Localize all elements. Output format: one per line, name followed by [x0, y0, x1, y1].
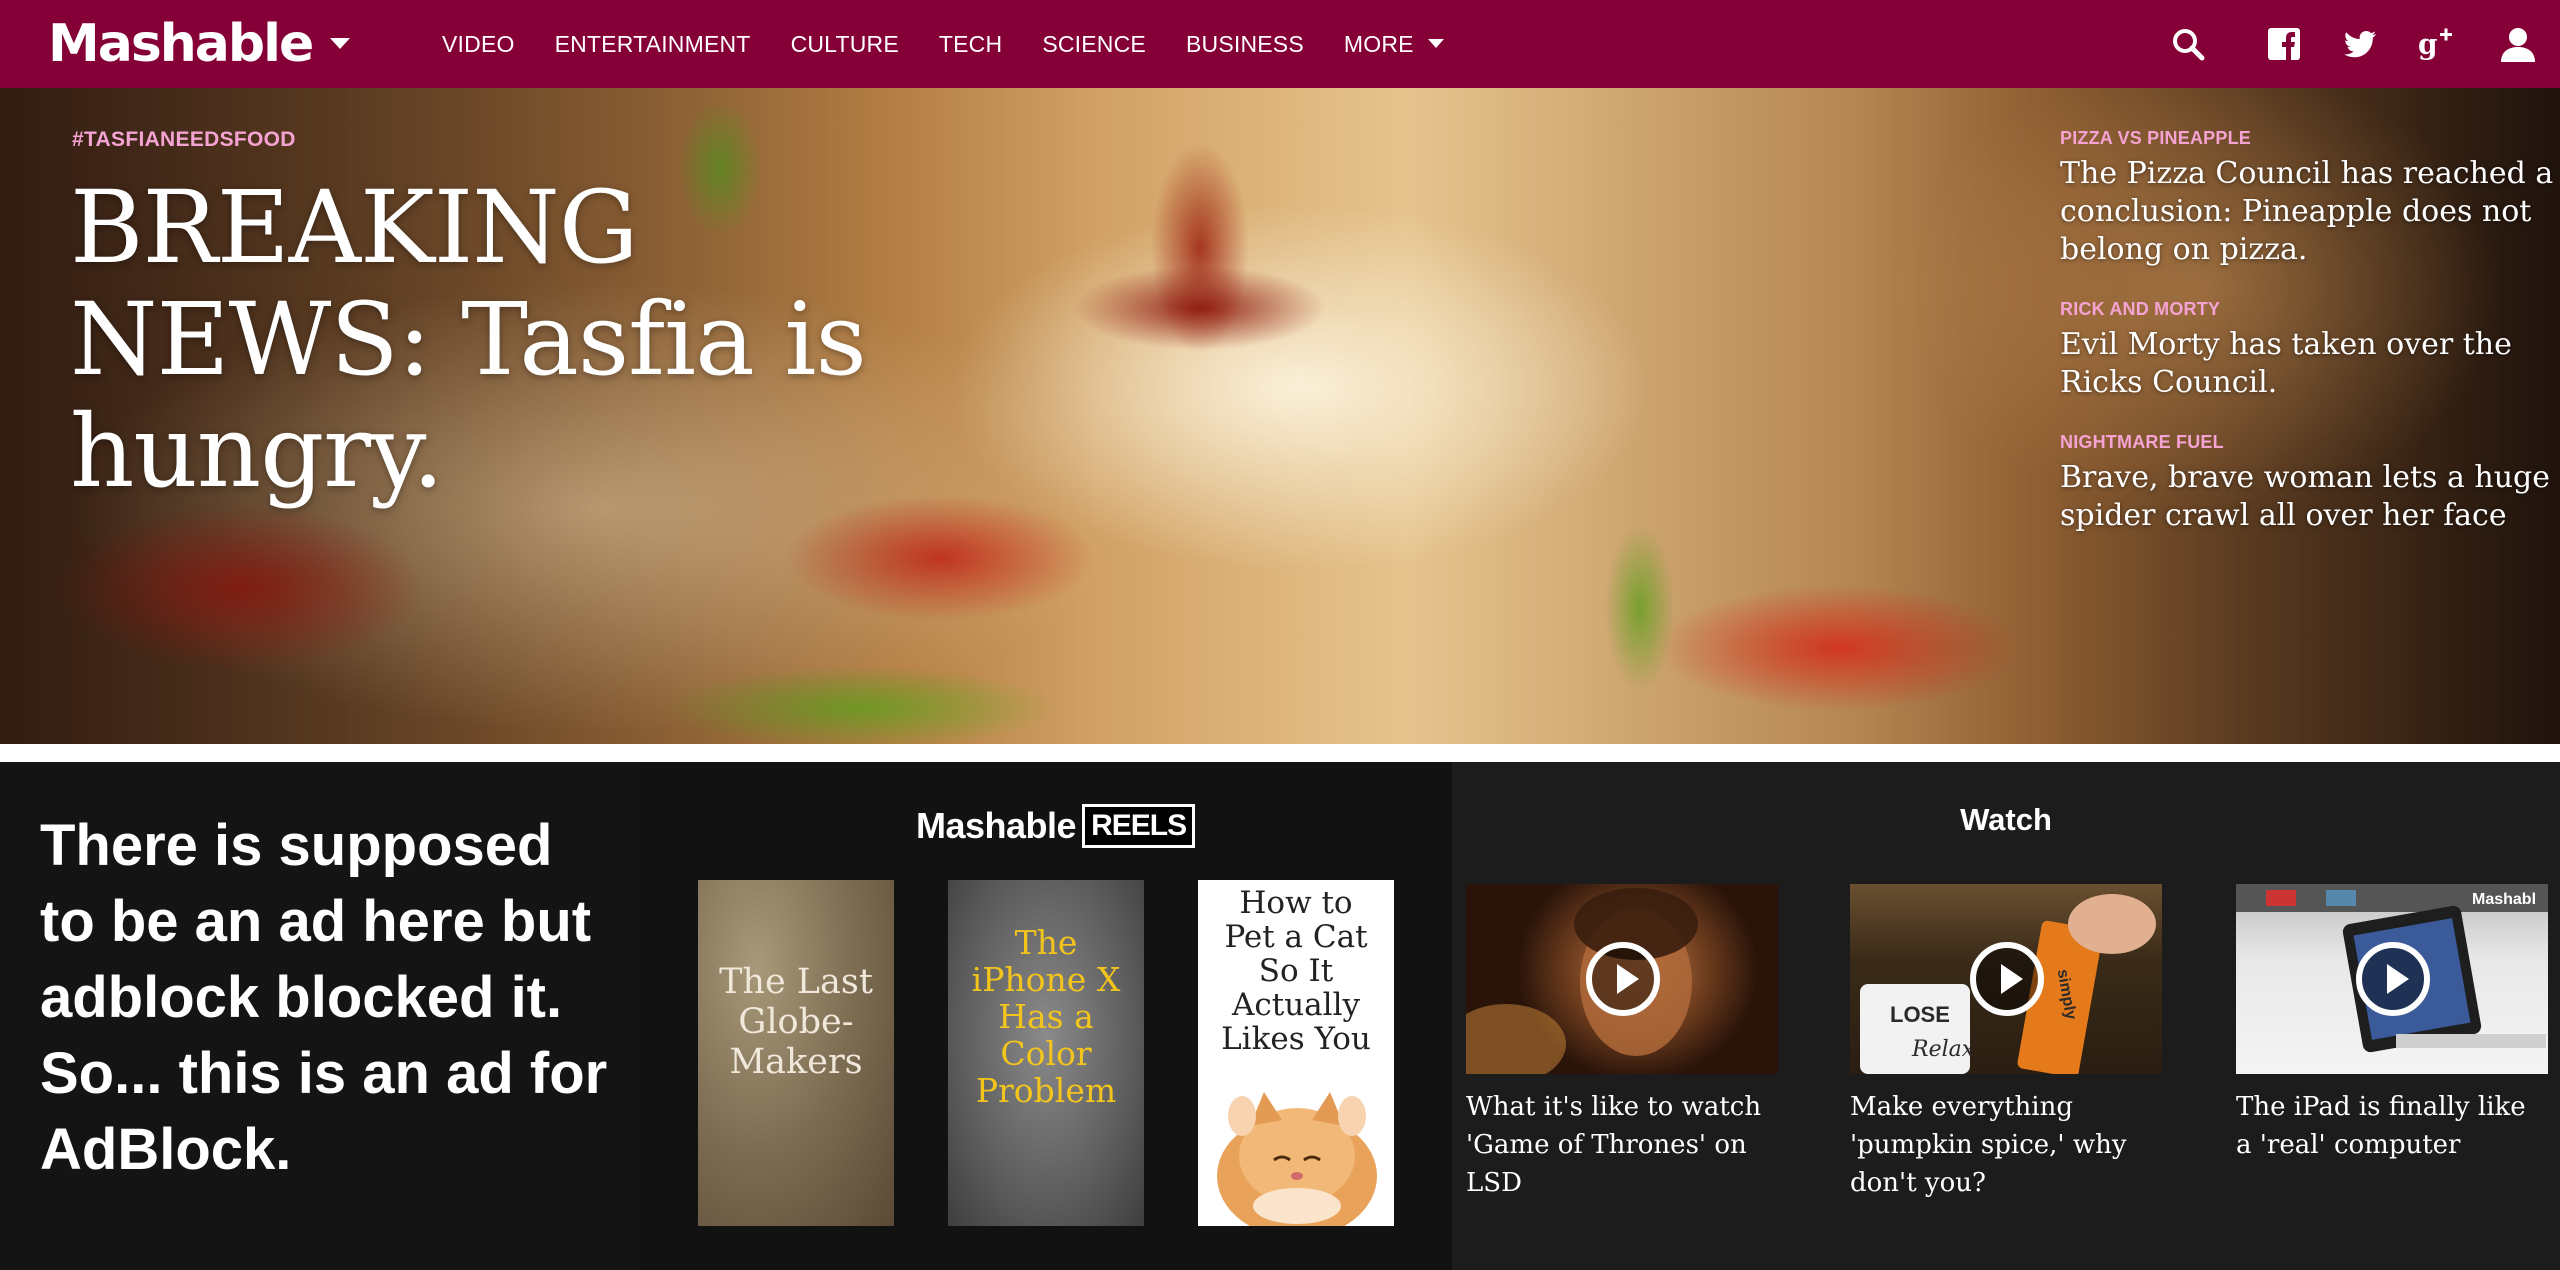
ad-placeholder[interactable]: There is supposed to be an ad here but a… [0, 762, 640, 1270]
video-thumbnail[interactable] [1466, 884, 1778, 1074]
video-thumbnail[interactable]: Mashabl [2236, 884, 2548, 1074]
top-navigation-bar: Mashable VIDEO ENTERTAINMENT CULTURE TEC… [0, 0, 2560, 88]
video-card[interactable]: Mashabl The iPad is finally like a 'real… [2236, 884, 2548, 1164]
nav-links: VIDEO ENTERTAINMENT CULTURE TECH SCIENCE… [442, 0, 1444, 88]
nav-link-more[interactable]: MORE [1344, 0, 1444, 88]
video-title: The iPad is finally like a 'real' comput… [2236, 1092, 2526, 1160]
reels-brand: Mashable [916, 805, 1077, 846]
play-icon[interactable] [1970, 942, 2044, 1016]
side-story-kicker: RICK AND MORTY [2060, 299, 2221, 319]
mug-text: LOSE [1890, 1002, 1950, 1027]
reel-title: The iPhone X Has a Color Problem [971, 923, 1121, 1110]
video-card[interactable]: LOSE Relax simply Make everything 'pumpk… [1850, 884, 2162, 1202]
reel-card[interactable]: How to Pet a Cat So It Actually Likes Yo… [1198, 880, 1394, 1226]
nav-link-business[interactable]: BUSINESS [1186, 0, 1304, 88]
bottom-section: There is supposed to be an ad here but a… [0, 762, 2560, 1270]
nav-link-science[interactable]: SCIENCE [1042, 0, 1146, 88]
user-account-icon[interactable] [2498, 24, 2538, 64]
google-plus-icon[interactable]: g [2416, 24, 2456, 64]
video-card[interactable]: What it's like to watch 'Game of Thrones… [1466, 884, 1778, 1202]
more-caret-icon [1427, 39, 1444, 48]
reel-card[interactable]: The iPhone X Has a Color Problem [948, 880, 1144, 1226]
mashable-logo[interactable]: Mashable [48, 12, 314, 76]
play-icon[interactable] [1586, 942, 1660, 1016]
search-icon[interactable] [2168, 24, 2208, 64]
twitter-icon[interactable] [2340, 24, 2380, 64]
nav-link-video[interactable]: VIDEO [442, 0, 515, 88]
reels-label: REELS [1082, 804, 1196, 848]
side-story[interactable]: RICK AND MORTY Evil Morty has taken over… [2060, 299, 2560, 402]
hero-hashtag[interactable]: #TASFIANEEDSFOOD [72, 128, 296, 152]
nav-link-tech[interactable]: TECH [939, 0, 1002, 88]
ad-placeholder-text: There is supposed to be an ad here but a… [40, 813, 608, 1182]
nav-more-label: MORE [1343, 31, 1414, 57]
reel-title: The Last Globe-Makers [719, 962, 873, 1082]
logo-dropdown-caret-icon[interactable] [330, 38, 350, 49]
watch-section: Watch What it's like to watch 'Game of T… [1452, 762, 2560, 1270]
side-story-title: Brave, brave woman lets a huge spider cr… [2060, 460, 2551, 533]
side-story[interactable]: NIGHTMARE FUEL Brave, brave woman lets a… [2060, 432, 2560, 535]
facebook-icon[interactable] [2264, 24, 2304, 64]
video-thumbnail[interactable]: LOSE Relax simply [1850, 884, 2162, 1074]
side-story-title: The Pizza Council has reached a conclusi… [2060, 156, 2554, 267]
reel-card[interactable]: The Last Globe-Makers [698, 880, 894, 1226]
side-story-kicker: NIGHTMARE FUEL [2060, 432, 2224, 452]
video-title: Make everything 'pumpkin spice,' why don… [1850, 1092, 2127, 1198]
watch-heading: Watch [1960, 802, 2052, 837]
nav-link-entertainment[interactable]: ENTERTAINMENT [555, 0, 751, 88]
side-story-title: Evil Morty has taken over the Ricks Coun… [2060, 327, 2512, 400]
nav-link-culture[interactable]: CULTURE [791, 0, 899, 88]
thumbnail-watermark: Mashabl [2472, 891, 2536, 908]
side-story[interactable]: PIZZA VS PINEAPPLE The Pizza Council has… [2060, 128, 2560, 269]
hero-side-stories: PIZZA VS PINEAPPLE The Pizza Council has… [2060, 128, 2560, 565]
hero-banner[interactable]: #TASFIANEEDSFOOD BREAKING NEWS: Tasfia i… [0, 88, 2560, 744]
hero-headline[interactable]: BREAKING NEWS: Tasfia is hungry. [70, 172, 970, 508]
video-title: What it's like to watch 'Game of Thrones… [1466, 1092, 1762, 1198]
kitten-image [1217, 1092, 1377, 1226]
reels-header[interactable]: Mashable REELS [916, 804, 1196, 848]
play-icon[interactable] [2356, 942, 2430, 1016]
svg-text:g: g [2418, 28, 2438, 61]
mug-script: Relax [1911, 1037, 1975, 1062]
reels-section: Mashable REELS The Last Globe-Makers The… [640, 762, 1452, 1270]
side-story-kicker: PIZZA VS PINEAPPLE [2060, 128, 2251, 148]
